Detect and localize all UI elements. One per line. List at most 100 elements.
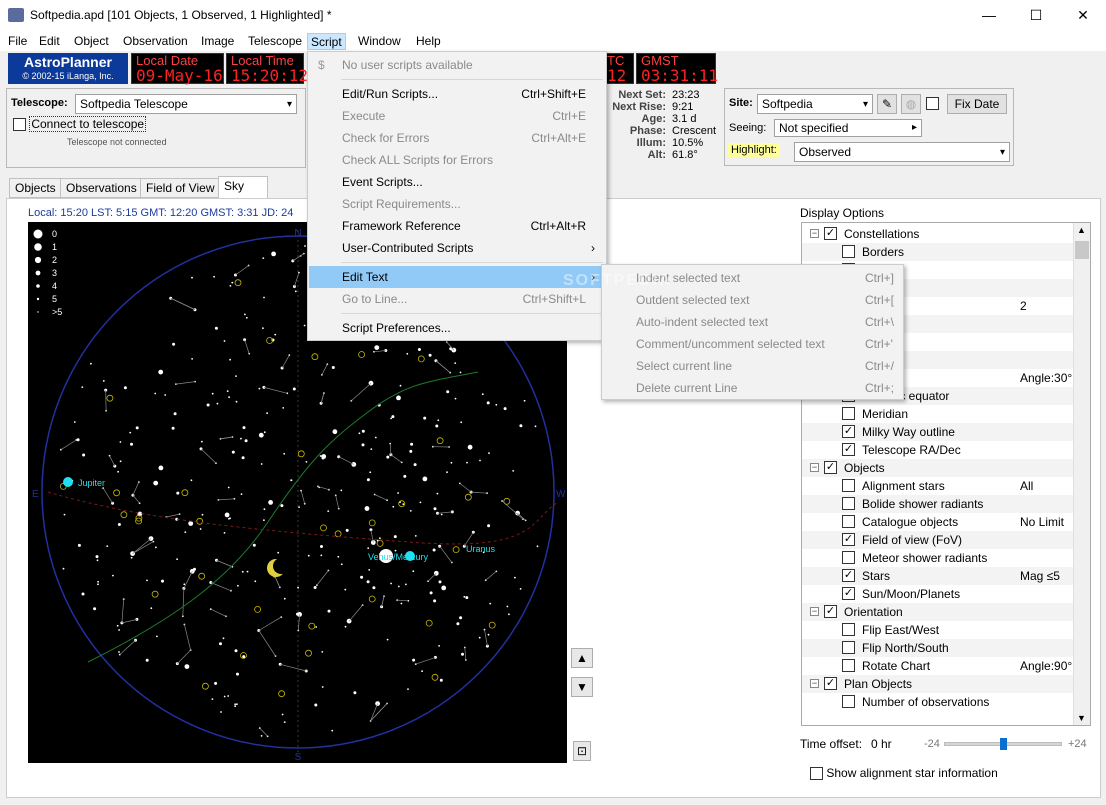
- menu-script[interactable]: Script: [307, 33, 346, 50]
- script-menu-item[interactable]: Event Scripts...: [309, 171, 605, 193]
- site-select[interactable]: Softpedia ▾: [757, 94, 873, 114]
- highlight-select[interactable]: Observed ▾: [794, 142, 1010, 162]
- connect-telescope-checkbox[interactable]: Connect to telescope: [13, 116, 147, 132]
- menu-item-shortcut: Ctrl+/: [865, 359, 895, 373]
- script-menu-item[interactable]: Execute Ctrl+E: [309, 105, 605, 127]
- star: [327, 510, 330, 512]
- display-option-row[interactable]: − ✓ Orientation: [802, 603, 1073, 621]
- edit-text-menu-item[interactable]: Outdent selected text Ctrl+[: [603, 289, 902, 311]
- tab-observations[interactable]: Observations: [60, 178, 143, 198]
- site-checkbox[interactable]: [926, 97, 939, 110]
- option-label: Flip East/West: [862, 623, 940, 637]
- option-checkbox[interactable]: [842, 515, 855, 528]
- edit-text-menu-item[interactable]: Comment/uncomment selected text Ctrl+': [603, 333, 902, 355]
- option-checkbox[interactable]: ✓: [824, 605, 837, 618]
- time-offset-slider[interactable]: [944, 738, 1062, 750]
- scroll-down-button[interactable]: ▼: [571, 677, 593, 697]
- option-checkbox[interactable]: [842, 497, 855, 510]
- script-menu-item[interactable]: User-Contributed Scripts ›: [309, 237, 605, 259]
- option-checkbox[interactable]: ✓: [842, 569, 855, 582]
- display-option-row[interactable]: Flip North/South: [802, 639, 1073, 657]
- display-option-row[interactable]: Meteor shower radiants: [802, 549, 1073, 567]
- scroll-thumb[interactable]: [1075, 241, 1089, 259]
- option-checkbox[interactable]: [842, 479, 855, 492]
- display-option-row[interactable]: Borders: [802, 243, 1073, 261]
- display-option-row[interactable]: − ✓ Plan Objects: [802, 675, 1073, 693]
- expander-icon[interactable]: −: [810, 607, 819, 616]
- script-menu-item[interactable]: Go to Line... Ctrl+Shift+L: [309, 288, 605, 310]
- script-menu-item[interactable]: Script Requirements...: [309, 193, 605, 215]
- globe-button[interactable]: ◍: [901, 94, 921, 114]
- minimize-button[interactable]: —: [966, 0, 1012, 31]
- option-checkbox[interactable]: ✓: [824, 677, 837, 690]
- fix-date-button[interactable]: Fix Date: [947, 94, 1007, 114]
- menu-observation[interactable]: Observation: [120, 33, 191, 50]
- script-menu-item[interactable]: Edit/Run Scripts... Ctrl+Shift+E: [309, 83, 605, 105]
- display-option-row[interactable]: ✓ Stars Mag ≤5: [802, 567, 1073, 585]
- edit-text-menu-item[interactable]: Select current line Ctrl+/: [603, 355, 902, 377]
- edit-text-menu-item[interactable]: Delete current Line Ctrl+;: [603, 377, 902, 399]
- show-alignment-checkbox[interactable]: Show alignment star information: [810, 766, 998, 781]
- option-checkbox[interactable]: [842, 551, 855, 564]
- menu-help[interactable]: Help: [413, 33, 444, 50]
- option-checkbox[interactable]: [842, 695, 855, 708]
- display-option-row[interactable]: − ✓ Objects: [802, 459, 1073, 477]
- tab-objects[interactable]: Objects: [9, 178, 62, 198]
- time-offset-thumb[interactable]: [1000, 738, 1007, 750]
- star: [331, 366, 335, 369]
- zoom-button[interactable]: ⊡: [573, 741, 591, 761]
- script-menu-item[interactable]: Framework Reference Ctrl+Alt+R: [309, 215, 605, 237]
- display-option-row[interactable]: ✓ Field of view (FoV): [802, 531, 1073, 549]
- telescope-select[interactable]: Softpedia Telescope ▾: [75, 94, 297, 114]
- option-checkbox[interactable]: ✓: [824, 461, 837, 474]
- option-checkbox[interactable]: ✓: [842, 443, 855, 456]
- display-option-row[interactable]: Number of observations: [802, 693, 1073, 711]
- expander-icon[interactable]: −: [810, 679, 819, 688]
- menu-window[interactable]: Window: [355, 33, 404, 50]
- deep-sky-object: [196, 517, 204, 525]
- display-option-row[interactable]: Meridian: [802, 405, 1073, 423]
- star: [260, 735, 263, 737]
- script-menu-item[interactable]: Edit Text ›: [309, 266, 605, 288]
- tab-field-of-view[interactable]: Field of View: [140, 178, 221, 198]
- edit-text-menu-item[interactable]: Auto-indent selected text Ctrl+\: [603, 311, 902, 333]
- option-checkbox[interactable]: [842, 407, 855, 420]
- script-menu-item[interactable]: Check for Errors Ctrl+Alt+E: [309, 127, 605, 149]
- menu-file[interactable]: File: [5, 33, 30, 50]
- option-checkbox[interactable]: ✓: [842, 425, 855, 438]
- option-checkbox[interactable]: [842, 641, 855, 654]
- display-option-row[interactable]: − ✓ Constellations: [802, 225, 1073, 243]
- star: [432, 548, 436, 552]
- display-option-row[interactable]: Alignment stars All: [802, 477, 1073, 495]
- option-checkbox[interactable]: ✓: [824, 227, 837, 240]
- display-option-row[interactable]: Flip East/West: [802, 621, 1073, 639]
- scroll-up-button[interactable]: ▲: [571, 648, 593, 668]
- expander-icon[interactable]: −: [810, 463, 819, 472]
- option-checkbox[interactable]: [842, 623, 855, 636]
- script-menu-item[interactable]: $ No user scripts available: [309, 54, 605, 76]
- display-option-row[interactable]: ✓ Milky Way outline: [802, 423, 1073, 441]
- display-option-row[interactable]: Catalogue objects No Limit: [802, 513, 1073, 531]
- display-option-row[interactable]: Bolide shower radiants: [802, 495, 1073, 513]
- menu-image[interactable]: Image: [198, 33, 237, 50]
- menu-telescope[interactable]: Telescope: [245, 33, 305, 50]
- local-time-value: 15:20:12: [231, 66, 309, 85]
- display-option-row[interactable]: Rotate Chart Angle:90°: [802, 657, 1073, 675]
- maximize-button[interactable]: ☐: [1013, 0, 1059, 31]
- tab-sky[interactable]: Sky: [218, 176, 268, 198]
- close-button[interactable]: ✕: [1060, 0, 1106, 31]
- seeing-select[interactable]: Not specified ▸: [774, 119, 922, 137]
- option-checkbox[interactable]: [842, 659, 855, 672]
- display-option-row[interactable]: ✓ Sun/Moon/Planets: [802, 585, 1073, 603]
- display-option-row[interactable]: ✓ Telescope RA/Dec: [802, 441, 1073, 459]
- edit-site-button[interactable]: ✎: [877, 94, 897, 114]
- option-checkbox[interactable]: ✓: [842, 587, 855, 600]
- expander-icon[interactable]: −: [810, 229, 819, 238]
- option-checkbox[interactable]: [842, 245, 855, 258]
- option-checkbox[interactable]: ✓: [842, 533, 855, 546]
- display-options-scrollbar[interactable]: ▲ ▼: [1073, 223, 1090, 725]
- script-menu-item[interactable]: Script Preferences...: [309, 317, 605, 339]
- menu-object[interactable]: Object: [71, 33, 112, 50]
- script-menu-item[interactable]: Check ALL Scripts for Errors: [309, 149, 605, 171]
- menu-edit[interactable]: Edit: [36, 33, 63, 50]
